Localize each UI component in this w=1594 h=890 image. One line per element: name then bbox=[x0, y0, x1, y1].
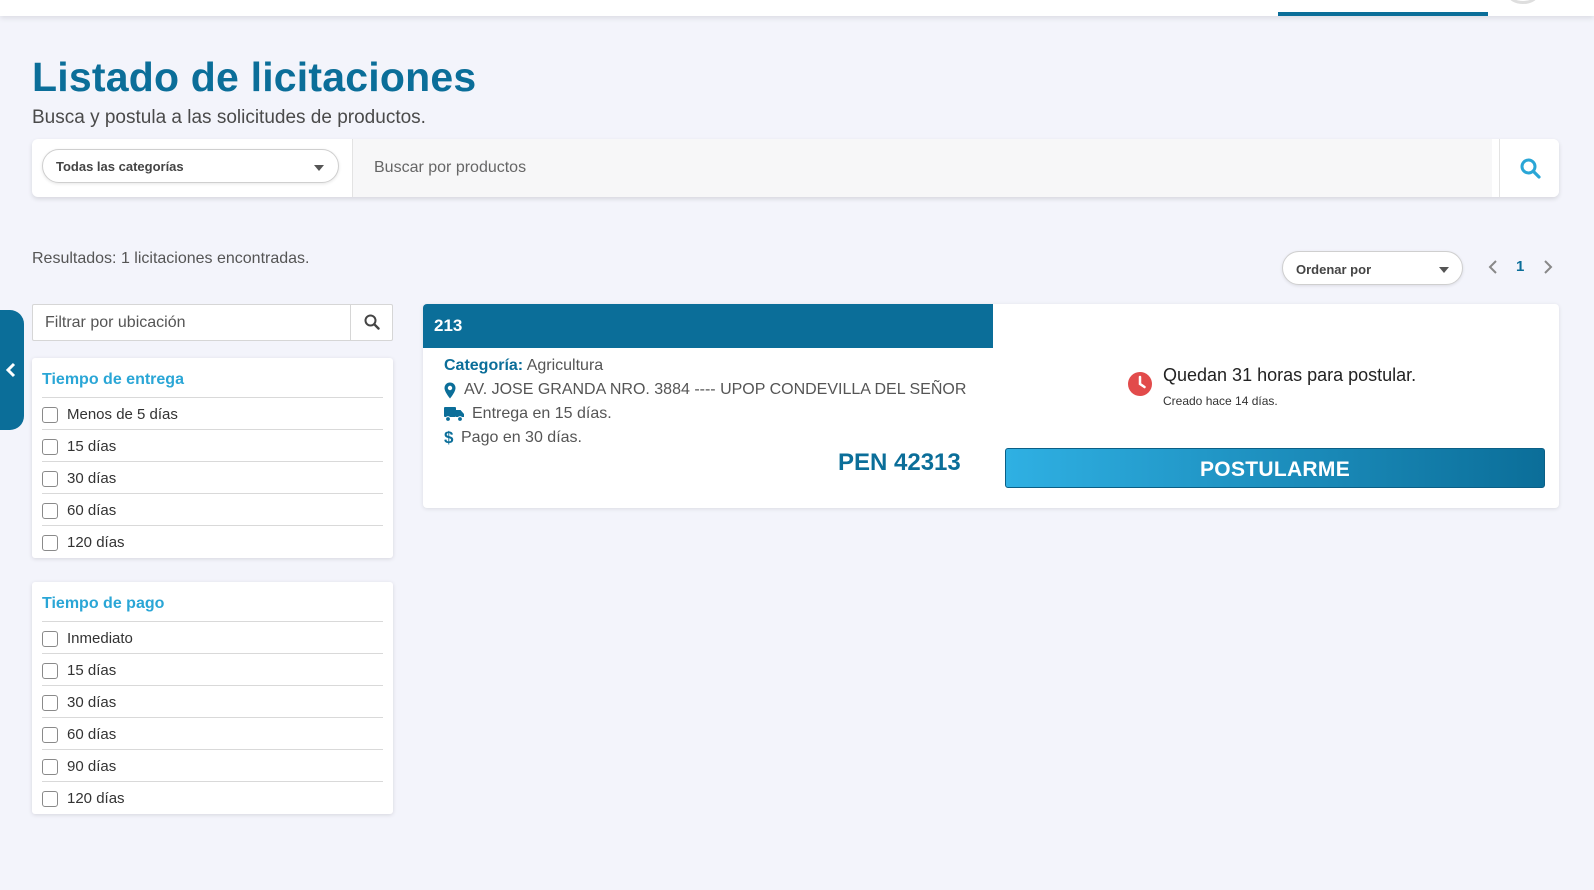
search-button[interactable] bbox=[1499, 139, 1559, 197]
nav-active-tab[interactable] bbox=[1278, 0, 1488, 16]
filter-option[interactable]: 15 días bbox=[42, 654, 383, 686]
search-icon bbox=[1520, 158, 1541, 179]
filter-title: Tiempo de entrega bbox=[42, 358, 383, 398]
filter-option[interactable]: Menos de 5 días bbox=[42, 398, 383, 430]
next-page-button[interactable] bbox=[1541, 256, 1555, 278]
checkbox[interactable] bbox=[42, 759, 58, 775]
filter-option[interactable]: 30 días bbox=[42, 462, 383, 494]
checkbox[interactable] bbox=[42, 695, 58, 711]
filter-option[interactable]: 60 días bbox=[42, 494, 383, 526]
search-bar: Todas las categorías bbox=[32, 139, 1559, 197]
current-page-number[interactable]: 1 bbox=[1516, 258, 1524, 275]
filter-option[interactable]: 90 días bbox=[42, 750, 383, 782]
filter-option-label: 60 días bbox=[67, 726, 117, 743]
delivery-time-filter: Tiempo de entrega Menos de 5 días 15 día… bbox=[32, 358, 393, 558]
filter-option-label: Menos de 5 días bbox=[67, 406, 178, 423]
truck-icon bbox=[444, 407, 464, 422]
category-select[interactable]: Todas las categorías bbox=[42, 149, 339, 183]
filter-option-label: 30 días bbox=[67, 694, 117, 711]
filter-option-label: Inmediato bbox=[67, 630, 133, 647]
map-marker-icon bbox=[444, 382, 456, 399]
filter-option[interactable]: Inmediato bbox=[42, 622, 383, 654]
previous-page-button[interactable] bbox=[1486, 256, 1500, 278]
category-value: Agricultura bbox=[526, 357, 604, 374]
tender-price: PEN 42313 bbox=[838, 449, 961, 476]
filter-option-label: 30 días bbox=[67, 470, 117, 487]
payment-time-filter: Tiempo de pago Inmediato 15 días 30 días… bbox=[32, 582, 393, 814]
chevron-right-icon bbox=[1544, 260, 1553, 274]
location-search-button[interactable] bbox=[350, 305, 392, 340]
category-label: Categoría: bbox=[444, 357, 524, 374]
category-select-value: Todas las categorías bbox=[56, 159, 184, 174]
chevron-left-icon bbox=[1488, 260, 1497, 274]
filter-option-label: 120 días bbox=[67, 534, 125, 551]
checkbox[interactable] bbox=[42, 439, 58, 455]
page-title: Listado de licitaciones bbox=[32, 54, 477, 100]
checkbox[interactable] bbox=[42, 471, 58, 487]
top-nav-bar bbox=[0, 0, 1594, 16]
apply-button[interactable]: POSTULARME bbox=[1005, 448, 1545, 488]
checkbox[interactable] bbox=[42, 727, 58, 743]
filter-option[interactable]: 120 días bbox=[42, 526, 383, 558]
filter-option-label: 120 días bbox=[67, 790, 125, 807]
checkbox[interactable] bbox=[42, 535, 58, 551]
clock-icon bbox=[1128, 372, 1152, 396]
tender-card: 213 Categoría: Agricultura AV. JOSE GRAN… bbox=[423, 304, 1559, 508]
location-filter-input[interactable] bbox=[33, 305, 351, 340]
filter-option-label: 15 días bbox=[67, 662, 117, 679]
location-filter bbox=[32, 304, 393, 341]
checkbox[interactable] bbox=[42, 663, 58, 679]
product-search-input[interactable] bbox=[352, 139, 1492, 197]
results-summary: Resultados: 1 licitaciones encontradas. bbox=[32, 250, 310, 267]
sidebar-collapse-toggle[interactable] bbox=[0, 310, 24, 430]
checkbox[interactable] bbox=[42, 791, 58, 807]
filter-option[interactable]: 30 días bbox=[42, 686, 383, 718]
filter-option[interactable]: 15 días bbox=[42, 430, 383, 462]
checkbox[interactable] bbox=[42, 631, 58, 647]
time-remaining: Quedan 31 horas para postular. bbox=[1163, 365, 1417, 385]
checkbox[interactable] bbox=[42, 407, 58, 423]
page-subtitle: Busca y postula a las solicitudes de pro… bbox=[32, 107, 426, 128]
tender-address: AV. JOSE GRANDA NRO. 3884 ---- UPOP COND… bbox=[464, 381, 967, 398]
filter-option-label: 90 días bbox=[67, 758, 117, 775]
caret-down-icon bbox=[1439, 267, 1449, 273]
filter-option[interactable]: 60 días bbox=[42, 718, 383, 750]
tender-delivery: Entrega en 15 días. bbox=[472, 405, 612, 422]
filter-title: Tiempo de pago bbox=[42, 582, 383, 622]
dollar-icon: $ bbox=[444, 428, 454, 447]
filter-option-label: 15 días bbox=[67, 438, 117, 455]
user-avatar[interactable] bbox=[1508, 0, 1538, 4]
sort-select-label: Ordenar por bbox=[1296, 262, 1372, 277]
chevron-left-icon bbox=[5, 362, 16, 378]
caret-down-icon bbox=[314, 165, 324, 171]
search-icon bbox=[364, 314, 380, 330]
tender-payment: Pago en 30 días. bbox=[461, 429, 582, 446]
checkbox[interactable] bbox=[42, 503, 58, 519]
sort-select[interactable]: Ordenar por bbox=[1282, 251, 1463, 285]
created-ago: Creado hace 14 días. bbox=[1163, 394, 1278, 408]
filter-option-label: 60 días bbox=[67, 502, 117, 519]
filter-option[interactable]: 120 días bbox=[42, 782, 383, 814]
tender-id[interactable]: 213 bbox=[423, 304, 993, 348]
